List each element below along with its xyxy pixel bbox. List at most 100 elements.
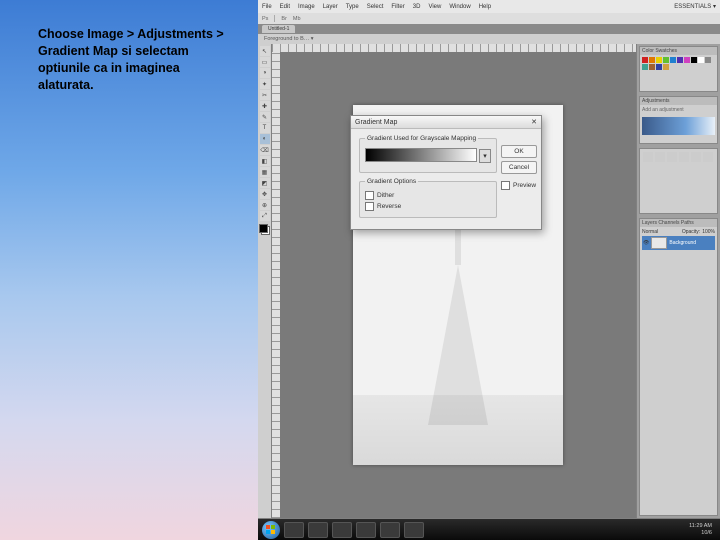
swatch[interactable] [677,57,683,63]
swatch[interactable] [663,57,669,63]
taskbar-app[interactable] [404,522,424,538]
tray-time: 11:29 AM [689,523,712,529]
blend-mode-select[interactable]: Normal [642,229,658,235]
adjust-icon[interactable] [667,152,677,162]
gradient-group-legend: Gradient Used for Grayscale Mapping [365,135,478,142]
tool-eyedropper[interactable]: ✚ [260,101,270,111]
tool-shape[interactable]: ▦ [260,167,270,177]
menu-help[interactable]: Help [479,4,491,10]
menu-select[interactable]: Select [367,4,384,10]
adjustments-panel: Adjustments Add an adjustment [639,96,718,144]
tools-panel: ↖ ▭ ◑ ✦ ✂ ✚ ✎ T ◐ ⌫ ◧ ▦ ◩ ✥ ⊕ ⤢ [258,44,271,518]
swatch[interactable] [642,57,648,63]
menu-filter[interactable]: Filter [391,4,404,10]
tool-gradient[interactable]: ◐ [260,134,270,144]
dither-label: Dither [377,192,394,199]
cancel-button[interactable]: Cancel [501,161,537,174]
start-button[interactable] [262,521,280,539]
dialog-titlebar[interactable]: Gradient Map ✕ [351,116,541,129]
tool-wand[interactable]: ✦ [260,79,270,89]
dither-checkbox[interactable] [365,191,374,200]
tool-pen[interactable]: ◩ [260,178,270,188]
app-bar: Ps Br Mb [258,13,720,24]
gradient-map-dialog: Gradient Map ✕ OK Cancel Preview Gradien… [350,115,542,230]
swatch[interactable] [649,64,655,70]
gradient-dropdown-icon[interactable]: ▾ [479,149,491,163]
adjust-icon[interactable] [643,152,653,162]
taskbar-app[interactable] [308,522,328,538]
layer-thumbnail[interactable] [651,237,667,249]
opacity-value[interactable]: 100% [702,229,715,235]
menu-view[interactable]: View [428,4,441,10]
swatch[interactable] [656,64,662,70]
fg-bg-swatch[interactable] [259,224,270,235]
adjust-icon[interactable] [691,152,701,162]
swatch[interactable] [642,64,648,70]
swatch[interactable] [656,57,662,63]
swatch[interactable] [663,64,669,70]
options-readout: Foreground to B… ▾ [264,36,314,42]
preview-label: Preview [513,182,536,189]
menu-image[interactable]: Image [298,4,315,10]
tool-type[interactable]: T [260,123,270,133]
tool-zoom[interactable]: ⊕ [260,200,270,210]
menu-window[interactable]: Window [449,4,470,10]
system-tray[interactable]: 11:29 AM 10/6 [689,523,716,535]
menu-bar: File Edit Image Layer Type Select Filter… [258,0,720,13]
opacity-label: Opacity: [682,229,700,235]
adjustments-hint: Add an adjustment [640,105,717,115]
adjustments-tab[interactable]: Adjustments [640,97,717,105]
workspace-switcher[interactable]: ESSENTIALS ▾ [674,3,716,10]
tool-hand[interactable]: ✥ [260,189,270,199]
swatches-panel: Color Swatches [639,46,718,92]
adjust-icon[interactable] [703,152,713,162]
adjust-icon[interactable] [679,152,689,162]
eye-icon[interactable]: 👁 [643,240,649,246]
image-foreground [353,395,563,465]
taskbar-app[interactable] [380,522,400,538]
tool-lasso[interactable]: ◑ [260,68,270,78]
photoshop-window: File Edit Image Layer Type Select Filter… [258,0,720,540]
menu-edit[interactable]: Edit [280,4,290,10]
taskbar-app[interactable] [284,522,304,538]
swatch[interactable] [649,57,655,63]
minibridge-icon[interactable]: Mb [293,16,301,22]
ruler-horizontal [272,44,636,52]
adjust-icon[interactable] [655,152,665,162]
tool-brush[interactable]: ✎ [260,112,270,122]
gradient-preview[interactable] [365,148,477,162]
close-icon[interactable]: ✕ [531,118,537,126]
swatches-grid [640,55,717,72]
options-bar: Foreground to B… ▾ [258,34,720,44]
swatch[interactable] [698,57,704,63]
menu-type[interactable]: Type [346,4,359,10]
ruler-vertical [272,52,280,518]
bridge-icon[interactable]: Br [281,16,287,22]
swatch[interactable] [705,57,711,63]
layers-tab[interactable]: Layers Channels Paths [640,219,717,227]
histogram-display [642,117,715,135]
swatch[interactable] [691,57,697,63]
tool-marquee[interactable]: ▭ [260,57,270,67]
tool-crop[interactable]: ✂ [260,90,270,100]
taskbar-app[interactable] [356,522,376,538]
swatches-tab[interactable]: Color Swatches [640,47,717,55]
reverse-checkbox[interactable] [365,202,374,211]
menu-file[interactable]: File [262,4,272,10]
tool-clone[interactable]: ◧ [260,156,270,166]
document-tabs: Untitled-1 [258,24,720,34]
tool-rotate[interactable]: ⤢ [260,211,270,221]
layers-panel: Layers Channels Paths Normal Opacity: 10… [639,218,718,516]
menu-3d[interactable]: 3D [413,4,421,10]
taskbar-app[interactable] [332,522,352,538]
swatch[interactable] [670,57,676,63]
menu-layer[interactable]: Layer [323,4,338,10]
preview-checkbox[interactable] [501,181,510,190]
ok-button[interactable]: OK [501,145,537,158]
swatch[interactable] [684,57,690,63]
layer-row[interactable]: 👁 Background [642,236,715,250]
tool-eraser[interactable]: ⌫ [260,145,270,155]
tab-document[interactable]: Untitled-1 [262,25,295,33]
app-logo-icon: Ps [262,16,268,22]
tool-move[interactable]: ↖ [260,46,270,56]
